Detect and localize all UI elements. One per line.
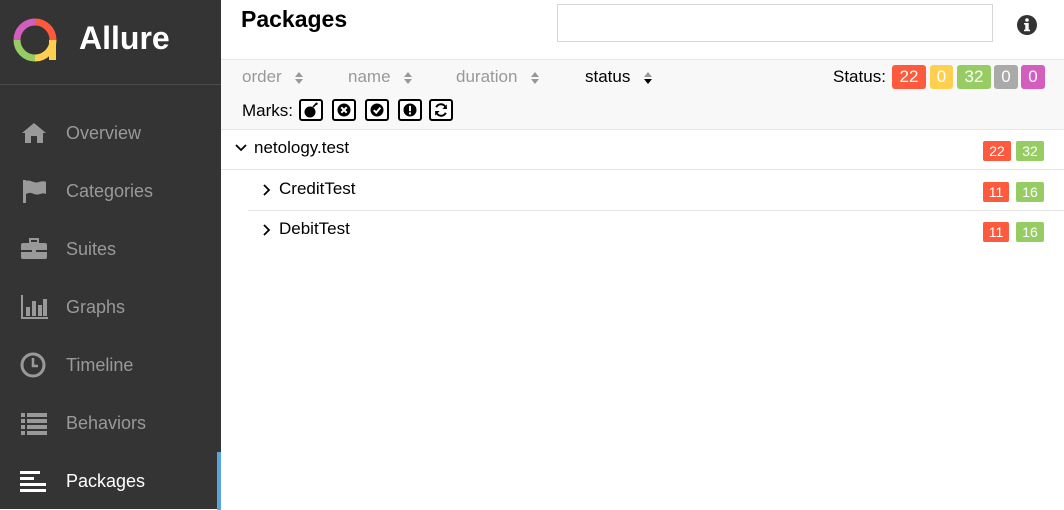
- sidebar-item-label: Graphs: [66, 297, 126, 317]
- tree-group-root[interactable]: netology.test 22 32: [221, 129, 1064, 170]
- marks-label: Marks:: [242, 101, 293, 120]
- sort-icon: [404, 71, 413, 84]
- status-label: Status:: [833, 67, 886, 86]
- sidebar-item-label: Suites: [66, 239, 117, 259]
- tree-group-name: netology.test: [254, 138, 350, 157]
- list-icon: [21, 413, 47, 435]
- failed-count-badge: 22: [983, 141, 1011, 161]
- sidebar-item-label: Timeline: [66, 355, 134, 375]
- sidebar-item-suites[interactable]: Suites: [0, 220, 221, 278]
- chevron-right-icon: [263, 184, 271, 196]
- mark-flaky-toggle[interactable]: [299, 99, 323, 121]
- status-unknown-badge[interactable]: 0: [1021, 65, 1045, 89]
- sort-status[interactable]: status: [585, 67, 653, 87]
- sort-desc-icon: [644, 71, 653, 84]
- home-icon: [22, 123, 46, 143]
- sidebar-item-label: Categories: [66, 181, 154, 201]
- sort-name[interactable]: name: [348, 67, 413, 87]
- bar-chart-icon: [21, 295, 48, 319]
- page-title: Packages: [241, 6, 348, 32]
- tree-group-name: CreditTest: [279, 179, 356, 198]
- status-broken-badge[interactable]: 0: [930, 65, 953, 89]
- align-left-icon: [20, 471, 46, 492]
- chevron-right-icon: [263, 224, 271, 236]
- tree-group-name: DebitTest: [279, 219, 350, 238]
- clock-icon: [20, 352, 46, 378]
- mark-retries-toggle[interactable]: [429, 99, 453, 121]
- info-icon[interactable]: [1016, 14, 1038, 36]
- status-skipped-badge[interactable]: 0: [994, 65, 1018, 89]
- sidebar-item-label: Overview: [66, 123, 142, 143]
- sidebar-item-behaviors[interactable]: Behaviors: [0, 394, 221, 452]
- status-passed-badge[interactable]: 32: [957, 65, 991, 89]
- briefcase-icon: [21, 238, 47, 259]
- brand[interactable]: Allure: [0, 0, 221, 85]
- sort-icon: [531, 71, 540, 84]
- toolbar: order name duration status Status: 22 0 …: [221, 59, 1064, 130]
- times-circle-icon: [337, 103, 351, 117]
- passed-count-badge: 16: [1016, 222, 1044, 242]
- sidebar-item-packages[interactable]: Packages: [0, 452, 221, 510]
- app-name: Allure: [79, 20, 170, 56]
- tree-group-item[interactable]: CreditTest 11 16: [248, 170, 1064, 211]
- sidebar-item-categories[interactable]: Categories: [0, 162, 221, 220]
- tree-group-item[interactable]: DebitTest 11 16: [248, 210, 1064, 250]
- check-circle-icon: [370, 103, 384, 117]
- passed-count-badge: 32: [1016, 141, 1044, 161]
- bomb-icon: [304, 102, 318, 118]
- sort-order-label: order: [242, 67, 282, 86]
- sidebar-item-overview[interactable]: Overview: [0, 104, 221, 162]
- main-content: Packages order name duration status Stat…: [221, 0, 1064, 509]
- sidebar-item-timeline[interactable]: Timeline: [0, 336, 221, 394]
- sidebar-item-label: Packages: [66, 471, 146, 491]
- sort-duration-label: duration: [456, 67, 518, 86]
- failed-count-badge: 11: [983, 182, 1009, 202]
- mark-new-failed-toggle[interactable]: [332, 99, 356, 121]
- sort-name-label: name: [348, 67, 391, 86]
- passed-count-badge: 16: [1016, 182, 1044, 202]
- mark-new-passed-toggle[interactable]: [365, 99, 389, 121]
- sidebar-item-label: Behaviors: [66, 413, 147, 433]
- sort-status-label: status: [585, 67, 631, 86]
- exclamation-circle-icon: [403, 103, 417, 117]
- status-failed-badge[interactable]: 22: [892, 65, 926, 89]
- sort-order[interactable]: order: [242, 67, 304, 87]
- sidebar-item-graphs[interactable]: Graphs: [0, 278, 221, 336]
- failed-count-badge: 11: [983, 222, 1009, 242]
- sort-icon: [295, 71, 304, 84]
- search-input[interactable]: [557, 4, 993, 42]
- mark-new-broken-toggle[interactable]: [398, 99, 422, 121]
- sort-duration[interactable]: duration: [456, 67, 540, 87]
- flag-icon: [23, 180, 46, 203]
- refresh-icon: [435, 103, 447, 117]
- allure-logo-icon: [13, 18, 57, 62]
- sidebar: Allure Overview Categories Suites Graphs…: [0, 0, 221, 510]
- chevron-down-icon: [235, 144, 247, 152]
